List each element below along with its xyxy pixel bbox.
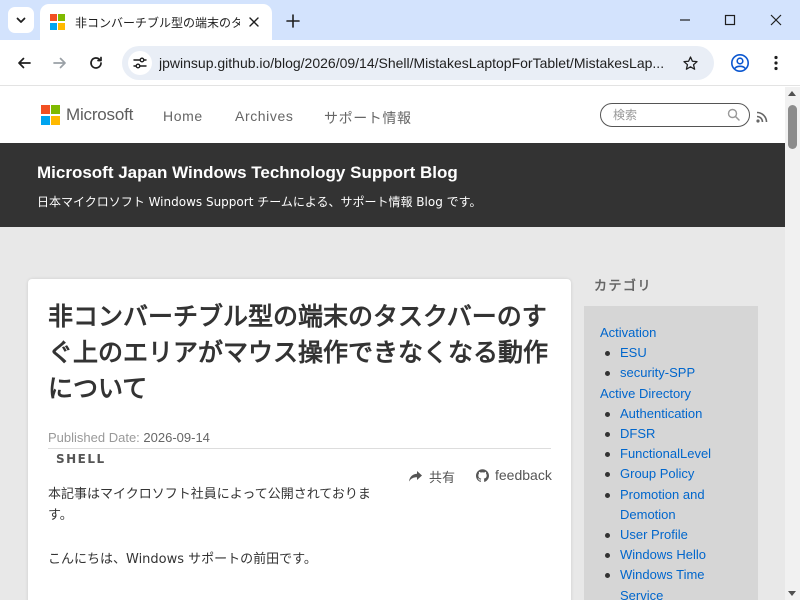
category-tag[interactable]: SHELL <box>56 452 106 466</box>
category-panel: Activation ESU security-SPP Active Direc… <box>584 306 758 600</box>
github-icon <box>476 468 489 482</box>
forward-button[interactable] <box>46 49 74 77</box>
nav-home[interactable]: Home <box>163 108 203 124</box>
forward-arrow-icon <box>53 57 66 69</box>
minimize-icon <box>680 19 690 21</box>
subcategory-item[interactable]: security-SPP <box>600 363 750 383</box>
back-button[interactable] <box>10 49 38 77</box>
article-card: 非コンバーチブル型の端末のタスクバーのすぐ上のエリアがマウス操作できなくなる動作… <box>28 279 571 600</box>
browser-toolbar: jpwinsup.github.io/blog/2026/09/14/Shell… <box>0 40 800 86</box>
subcategory-item[interactable]: FunctionalLevel <box>600 444 750 464</box>
close-window-button[interactable] <box>753 5 799 35</box>
share-label: 共有 <box>429 471 456 486</box>
page-viewport: Microsoft Home Archives サポート情報 Microsoft… <box>0 87 785 600</box>
minimize-button[interactable] <box>662 5 708 35</box>
tune-icon <box>133 57 147 69</box>
subcategory-item[interactable]: Windows Hello <box>600 545 750 565</box>
article-paragraph: 本記事はマイクロソフト社員によって公開されております。 <box>48 487 371 523</box>
sidebar-heading: カテゴリ <box>594 279 653 294</box>
subcategory-item[interactable]: Promotion and Demotion <box>600 485 750 525</box>
kebab-menu-icon <box>774 55 778 71</box>
published-date: Published Date: 2026-09-14 <box>48 430 210 445</box>
url-text[interactable]: jpwinsup.github.io/blog/2026/09/14/Shell… <box>159 55 671 71</box>
category-item[interactable]: Active Directory <box>600 384 750 404</box>
profile-button[interactable] <box>726 49 754 77</box>
address-bar[interactable]: jpwinsup.github.io/blog/2026/09/14/Shell… <box>122 46 714 80</box>
site-header: Microsoft Home Archives サポート情報 <box>0 87 785 143</box>
category-list: Activation ESU security-SPP Active Direc… <box>600 323 750 600</box>
feedback-link[interactable]: feedback <box>476 467 552 483</box>
subcategory-item[interactable]: Authentication <box>600 404 750 424</box>
blog-title[interactable]: Microsoft Japan Windows Technology Suppo… <box>37 163 458 183</box>
microsoft-logo[interactable]: Microsoft <box>41 105 133 125</box>
profile-icon <box>731 54 749 72</box>
bookmark-button[interactable] <box>678 51 702 75</box>
microsoft-logo-icon <box>41 105 61 125</box>
category-item[interactable]: Activation <box>600 323 750 343</box>
reload-button[interactable] <box>82 49 110 77</box>
scroll-thumb[interactable] <box>788 105 797 149</box>
published-date-value: 2026-09-14 <box>143 430 210 445</box>
nav-archives[interactable]: Archives <box>235 108 293 124</box>
subcategory-item[interactable]: Group Policy <box>600 464 750 484</box>
scroll-up-arrow-icon[interactable] <box>788 91 796 96</box>
nav-support-info[interactable]: サポート情報 <box>324 108 412 128</box>
page-scrollbar[interactable] <box>785 87 800 600</box>
feedback-label: feedback <box>495 467 552 483</box>
tab-title: 非コンバーチブル型の端末のタスクバ <box>75 15 240 30</box>
scroll-down-arrow-icon[interactable] <box>788 591 796 596</box>
subcategory-item[interactable]: Windows Time Service <box>600 565 750 600</box>
close-icon <box>770 14 782 26</box>
published-label: Published Date: <box>48 430 140 445</box>
blog-subtitle: 日本マイクロソフト Windows Support チームによる、サポート情報 … <box>37 195 482 209</box>
site-info-button[interactable] <box>128 51 152 75</box>
rss-icon[interactable] <box>756 111 768 123</box>
chevron-down-icon <box>16 17 26 23</box>
share-icon <box>409 471 422 482</box>
reload-icon <box>90 56 102 69</box>
site-search <box>600 103 750 127</box>
subcategory-item[interactable]: ESU <box>600 343 750 363</box>
search-input[interactable] <box>613 107 723 123</box>
new-tab-button[interactable] <box>281 9 305 33</box>
tab-search-button[interactable] <box>8 7 34 33</box>
star-icon <box>682 55 698 70</box>
subcategory-item[interactable]: DFSR <box>600 424 750 444</box>
site-banner: Microsoft Japan Windows Technology Suppo… <box>0 143 785 227</box>
microsoft-wordmark: Microsoft <box>66 105 134 124</box>
tab-close-button[interactable] <box>244 12 264 32</box>
tab-strip: 非コンバーチブル型の端末のタスクバ <box>0 0 800 40</box>
divider <box>48 448 551 449</box>
article-paragraph: こんにちは、Windows サポートの前田です。 <box>48 552 317 567</box>
subcategory-item[interactable]: User Profile <box>600 525 750 545</box>
close-icon <box>249 17 259 27</box>
article-title: 非コンバーチブル型の端末のタスクバーのすぐ上のエリアがマウス操作できなくなる動作… <box>48 302 549 403</box>
maximize-icon <box>724 14 736 26</box>
plus-icon <box>286 14 300 28</box>
share-button[interactable]: 共有 <box>408 467 455 486</box>
browser-menu-button[interactable] <box>762 49 790 77</box>
maximize-button[interactable] <box>707 5 753 35</box>
active-tab[interactable]: 非コンバーチブル型の端末のタスクバ <box>40 4 272 40</box>
microsoft-favicon-icon <box>50 14 66 30</box>
search-icon[interactable] <box>727 108 740 121</box>
back-arrow-icon <box>18 57 31 69</box>
